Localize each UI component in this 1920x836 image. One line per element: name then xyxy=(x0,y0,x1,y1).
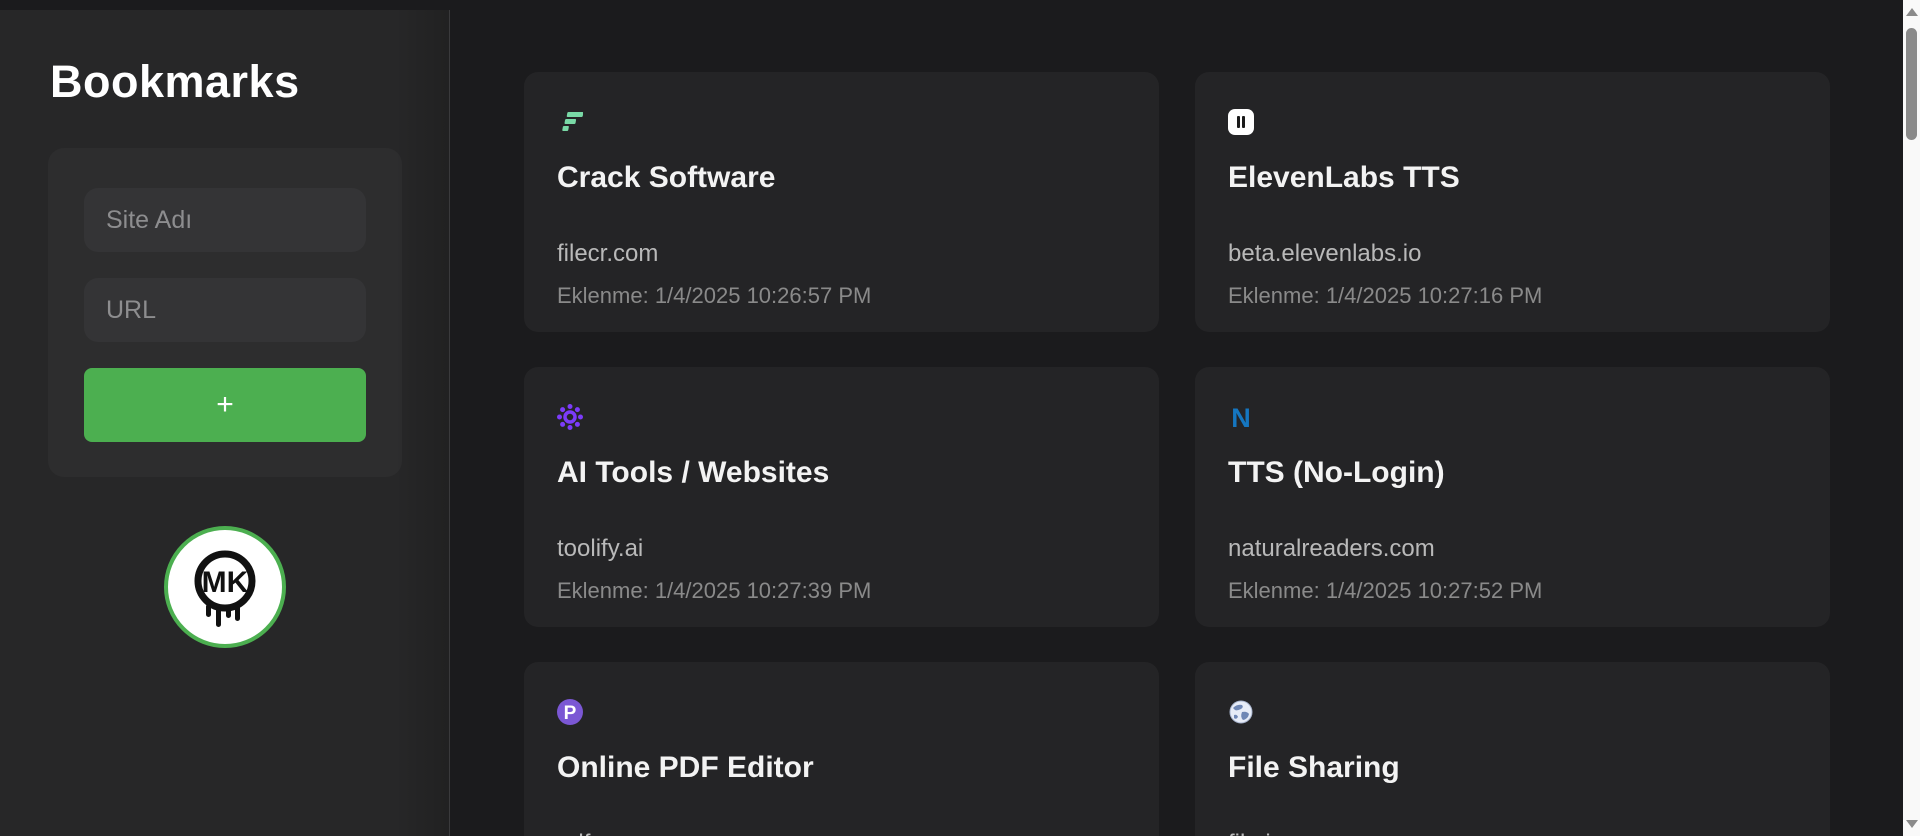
vertical-scrollbar[interactable] xyxy=(1903,0,1920,836)
add-bookmark-button[interactable]: + xyxy=(84,368,366,442)
bookmark-title: AI Tools / Websites xyxy=(557,456,830,489)
bookmark-title: ElevenLabs TTS xyxy=(1228,161,1460,194)
pdf-editor-icon: P xyxy=(557,699,583,725)
mk-logo: MK xyxy=(163,526,286,648)
bookmark-card[interactable]: Crack Software filecr.com Eklenme: 1/4/2… xyxy=(524,72,1159,332)
scrollbar-thumb[interactable] xyxy=(1906,28,1917,140)
bookmark-card[interactable]: File Sharing file.io xyxy=(1195,662,1830,836)
bookmark-card[interactable]: P Online PDF Editor pdf.wps.com xyxy=(524,662,1159,836)
bookmark-added-date: Eklenme: 1/4/2025 10:26:57 PM xyxy=(557,282,872,308)
logo-wrap: MK xyxy=(0,526,449,648)
bookmark-url: beta.elevenlabs.io xyxy=(1228,239,1422,267)
toolify-icon xyxy=(557,404,583,430)
bookmark-title: TTS (No-Login) xyxy=(1228,456,1445,489)
svg-text:N: N xyxy=(1231,404,1251,430)
scroll-up-icon[interactable] xyxy=(1903,2,1920,22)
svg-text:MK: MK xyxy=(201,566,248,599)
bookmark-card[interactable]: ElevenLabs TTS beta.elevenlabs.io Eklenm… xyxy=(1195,72,1830,332)
bookmark-added-date: Eklenme: 1/4/2025 10:27:39 PM xyxy=(557,577,872,603)
bookmark-title: Online PDF Editor xyxy=(557,751,814,784)
bookmark-url: toolify.ai xyxy=(557,534,644,562)
svg-text:P: P xyxy=(564,703,577,724)
bookmark-url: pdf.wps.com xyxy=(557,830,1126,836)
bookmark-card[interactable]: N TTS (No-Login) naturalreaders.com Ekle… xyxy=(1195,367,1830,627)
filecr-icon xyxy=(557,109,583,135)
site-name-input[interactable] xyxy=(84,188,366,252)
sidebar: Bookmarks + MK xyxy=(0,10,450,836)
bookmark-added-date: Eklenme: 1/4/2025 10:27:52 PM xyxy=(1228,577,1543,603)
url-input[interactable] xyxy=(84,278,366,342)
bookmark-added-date: Eklenme: 1/4/2025 10:27:16 PM xyxy=(1228,282,1543,308)
bookmark-url: file.io xyxy=(1228,830,1797,836)
bookmarks-main: Crack Software filecr.com Eklenme: 1/4/2… xyxy=(451,0,1903,836)
page-title: Bookmarks xyxy=(50,56,300,107)
bookmark-card[interactable]: AI Tools / Websites toolify.ai Eklenme: … xyxy=(524,367,1159,627)
add-bookmark-form: + xyxy=(48,148,402,477)
globe-icon xyxy=(1228,699,1254,725)
mk-logo-icon: MK xyxy=(194,550,255,627)
bookmark-url: filecr.com xyxy=(557,239,659,267)
elevenlabs-icon xyxy=(1228,109,1254,135)
naturalreaders-icon: N xyxy=(1228,404,1254,430)
bookmark-title: File Sharing xyxy=(1228,751,1400,784)
bookmarks-grid: Crack Software filecr.com Eklenme: 1/4/2… xyxy=(524,72,1830,836)
scroll-down-icon[interactable] xyxy=(1903,814,1920,834)
bookmark-title: Crack Software xyxy=(557,161,776,194)
bookmark-url: naturalreaders.com xyxy=(1228,534,1435,562)
